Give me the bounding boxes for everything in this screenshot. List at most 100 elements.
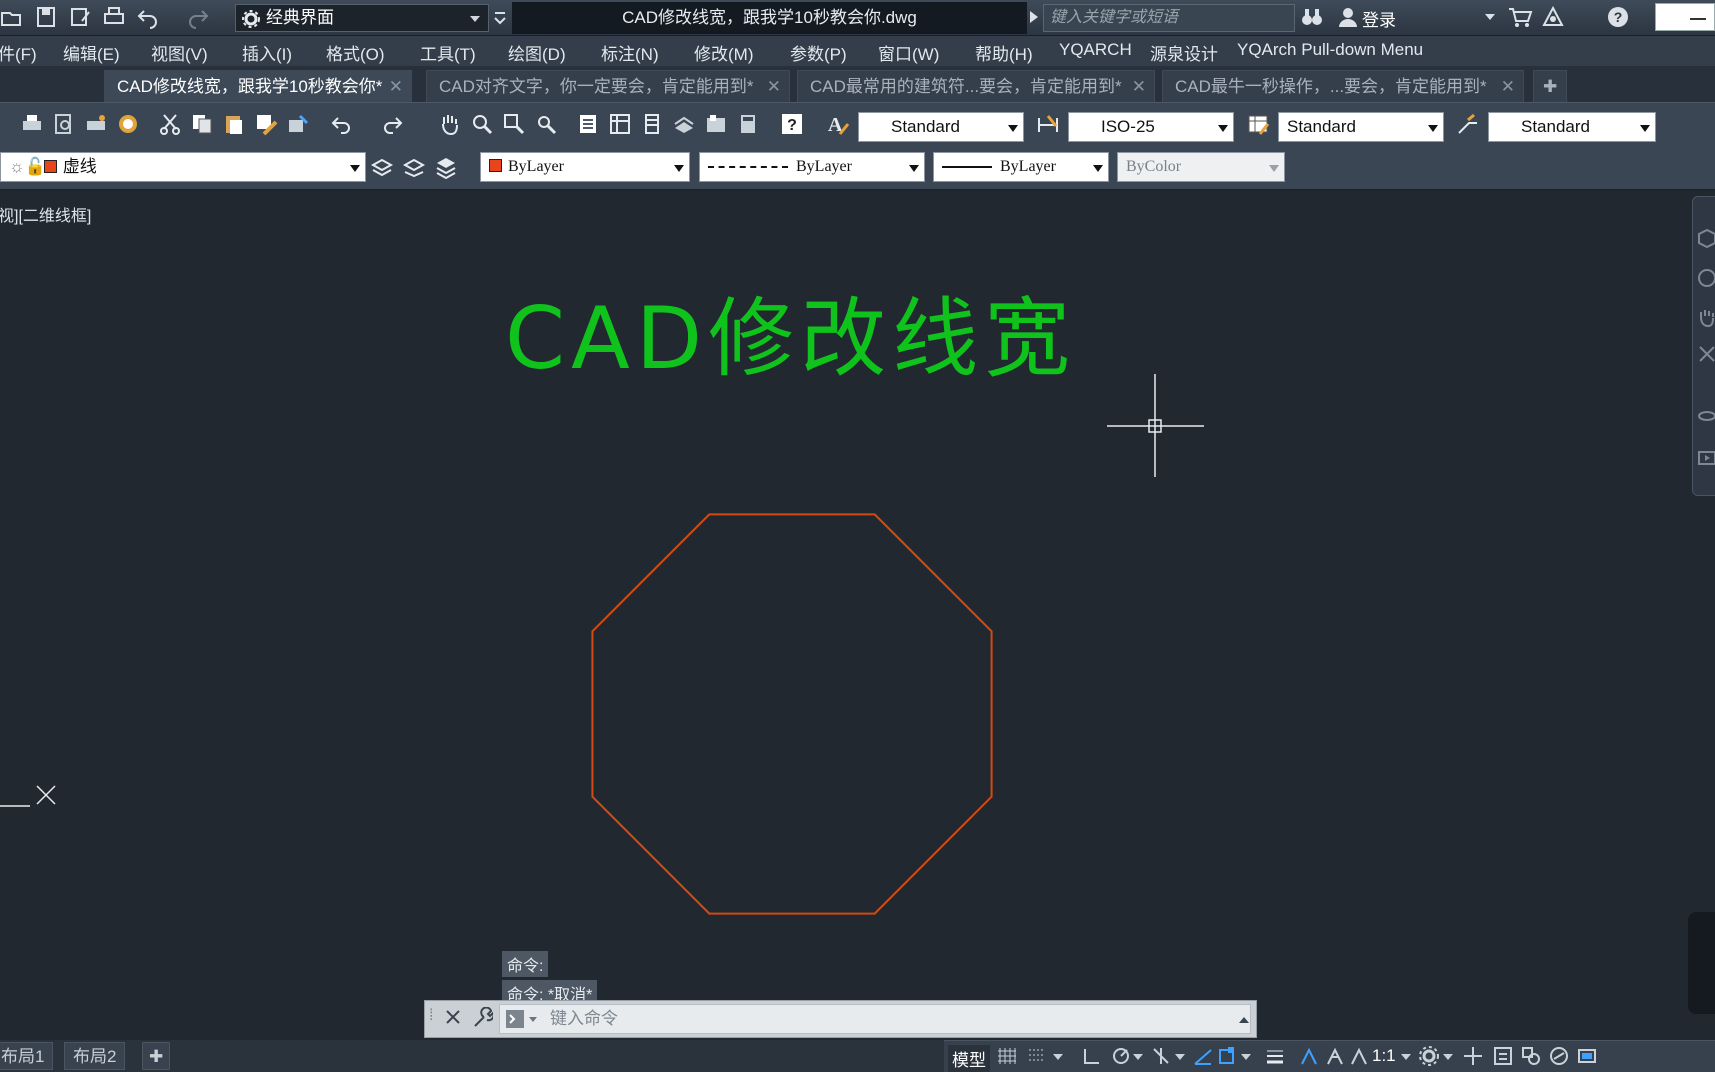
file-tab[interactable]: CAD最常用的建筑符...要会，肯定能用到* ✕ <box>797 70 1155 102</box>
tool-palettes-icon[interactable] <box>640 112 664 136</box>
close-icon[interactable] <box>443 1007 463 1027</box>
login-link[interactable]: 登录 <box>1362 6 1396 31</box>
menu-dimension[interactable]: 标注(N) <box>601 40 659 65</box>
search-input[interactable]: 键入关键字或短语 <box>1043 4 1295 32</box>
undo-icon[interactable] <box>136 5 160 29</box>
close-icon[interactable]: ✕ <box>389 71 403 102</box>
auto-scale-icon[interactable] <box>1348 1045 1370 1067</box>
pan-icon[interactable] <box>1696 307 1715 329</box>
help-icon[interactable]: ? <box>780 112 804 136</box>
navigation-bar[interactable] <box>1692 196 1715 496</box>
save-icon[interactable] <box>34 5 58 29</box>
workspace-switcher[interactable]: 经典界面 <box>235 4 489 32</box>
close-icon[interactable]: ✕ <box>1501 71 1515 102</box>
chevron-down-icon[interactable] <box>1052 1045 1074 1067</box>
properties-icon[interactable] <box>576 112 600 136</box>
layer-states-icon[interactable] <box>434 155 458 179</box>
annotation-scale[interactable]: 1:1 <box>1372 1046 1396 1066</box>
publish-icon[interactable] <box>84 112 108 136</box>
undo-icon[interactable] <box>330 112 354 136</box>
redo-icon[interactable] <box>186 5 210 29</box>
sheet-set-icon[interactable] <box>672 112 696 136</box>
copy-icon[interactable] <box>190 112 214 136</box>
pan-hand-icon[interactable] <box>438 112 462 136</box>
user-icon[interactable] <box>1336 5 1360 29</box>
showmotion-icon[interactable] <box>1696 447 1715 469</box>
plot-icon[interactable] <box>20 112 44 136</box>
isolate-objects-icon[interactable] <box>1520 1045 1542 1067</box>
workspace-gear-icon[interactable] <box>1418 1045 1440 1067</box>
ortho-icon[interactable] <box>1080 1045 1102 1067</box>
zoom-extents-icon[interactable] <box>1696 343 1715 365</box>
orbit-icon[interactable] <box>1696 405 1715 427</box>
make-current-layer-icon[interactable] <box>370 155 394 179</box>
lineweight-select[interactable]: ByLayer <box>933 152 1109 182</box>
menu-file[interactable]: 件(F) <box>0 40 37 65</box>
help-icon[interactable]: ? <box>1606 5 1630 29</box>
design-center-icon[interactable] <box>608 112 632 136</box>
menu-parametric[interactable]: 参数(P) <box>790 40 847 65</box>
file-tab[interactable]: CAD对齐文字，你一定要会，肯定能用到* ✕ <box>426 70 790 102</box>
redo-icon[interactable] <box>380 112 404 136</box>
annotation-monitor-icon[interactable] <box>1462 1045 1484 1067</box>
menu-yuanquan[interactable]: 源泉设计 <box>1150 40 1218 65</box>
login-dropdown-icon[interactable] <box>1484 12 1508 36</box>
close-icon[interactable]: ✕ <box>767 71 781 102</box>
zoom-previous-icon[interactable] <box>534 112 558 136</box>
quick-properties-icon[interactable] <box>1492 1045 1514 1067</box>
mleader-style-select[interactable]: Standard <box>1488 112 1656 142</box>
model-space-button[interactable]: 模型 <box>948 1045 990 1072</box>
table-style-select[interactable]: Standard <box>1278 112 1444 142</box>
3d-dwf-icon[interactable] <box>116 112 140 136</box>
menu-draw[interactable]: 绘图(D) <box>508 40 566 65</box>
block-editor-icon[interactable] <box>286 112 310 136</box>
chevron-down-icon[interactable] <box>1240 1045 1262 1067</box>
annotation-visibility-icon[interactable] <box>1324 1045 1346 1067</box>
zoom-realtime-icon[interactable] <box>470 112 494 136</box>
mleader-style-icon[interactable] <box>1456 112 1480 136</box>
layout-tab-1[interactable]: 布局1 <box>0 1042 54 1070</box>
add-layout-button[interactable]: ✚ <box>142 1042 171 1070</box>
command-input[interactable]: 键入命令 <box>499 1004 1251 1034</box>
minimize-button[interactable] <box>1655 3 1715 31</box>
layer-select[interactable]: ☼🔓 虚线 <box>0 152 366 182</box>
cut-icon[interactable] <box>158 112 182 136</box>
a360-icon[interactable] <box>1541 5 1565 29</box>
wrench-icon[interactable] <box>471 1007 493 1029</box>
drawing-title-text[interactable]: CAD修改线宽 <box>505 289 1076 389</box>
print-icon[interactable] <box>102 5 126 29</box>
open-icon[interactable] <box>0 5 24 29</box>
text-style-select[interactable]: Standard <box>858 112 1024 142</box>
menu-help[interactable]: 帮助(H) <box>975 40 1033 65</box>
calculator-icon[interactable] <box>736 112 760 136</box>
viewcube-icon[interactable] <box>1696 227 1715 249</box>
polar-tracking-icon[interactable] <box>1110 1045 1132 1067</box>
object-snap-icon[interactable] <box>1216 1045 1238 1067</box>
chevron-up-icon[interactable] <box>1238 1015 1250 1025</box>
isometric-drafting-icon[interactable] <box>1150 1045 1172 1067</box>
lineweight-display-icon[interactable] <box>1264 1045 1286 1067</box>
snap-mode-icon[interactable] <box>1026 1045 1048 1067</box>
menu-format[interactable]: 格式(O) <box>326 40 385 65</box>
menu-tools[interactable]: 工具(T) <box>420 40 476 65</box>
hardware-acceleration-icon[interactable] <box>1548 1045 1570 1067</box>
dim-style-icon[interactable] <box>1036 112 1060 136</box>
menu-window[interactable]: 窗口(W) <box>878 40 939 65</box>
binoculars-icon[interactable] <box>1300 5 1324 29</box>
markup-icon[interactable] <box>704 112 728 136</box>
file-tab[interactable]: CAD修改线宽，跟我学10秒教会你* ✕ <box>104 70 412 102</box>
grip-handle-icon[interactable]: ⁞ <box>429 1007 433 1025</box>
command-prompt-icon[interactable] <box>505 1009 539 1029</box>
zoom-window-icon[interactable] <box>502 112 526 136</box>
plot-preview-icon[interactable] <box>52 112 76 136</box>
match-properties-icon[interactable] <box>254 112 278 136</box>
side-panel-handle[interactable] <box>1688 912 1715 1014</box>
menu-yqarch[interactable]: YQARCH <box>1059 40 1132 60</box>
menu-modify[interactable]: 修改(M) <box>694 40 753 65</box>
new-tab-button[interactable]: ✚ <box>1533 70 1567 102</box>
table-style-icon[interactable] <box>1246 112 1270 136</box>
menu-view[interactable]: 视图(V) <box>151 40 208 65</box>
menu-yqarch-pulldown[interactable]: YQArch Pull-down Menu <box>1237 40 1423 60</box>
chevron-down-icon[interactable] <box>1442 1045 1464 1067</box>
layer-previous-icon[interactable] <box>402 155 426 179</box>
